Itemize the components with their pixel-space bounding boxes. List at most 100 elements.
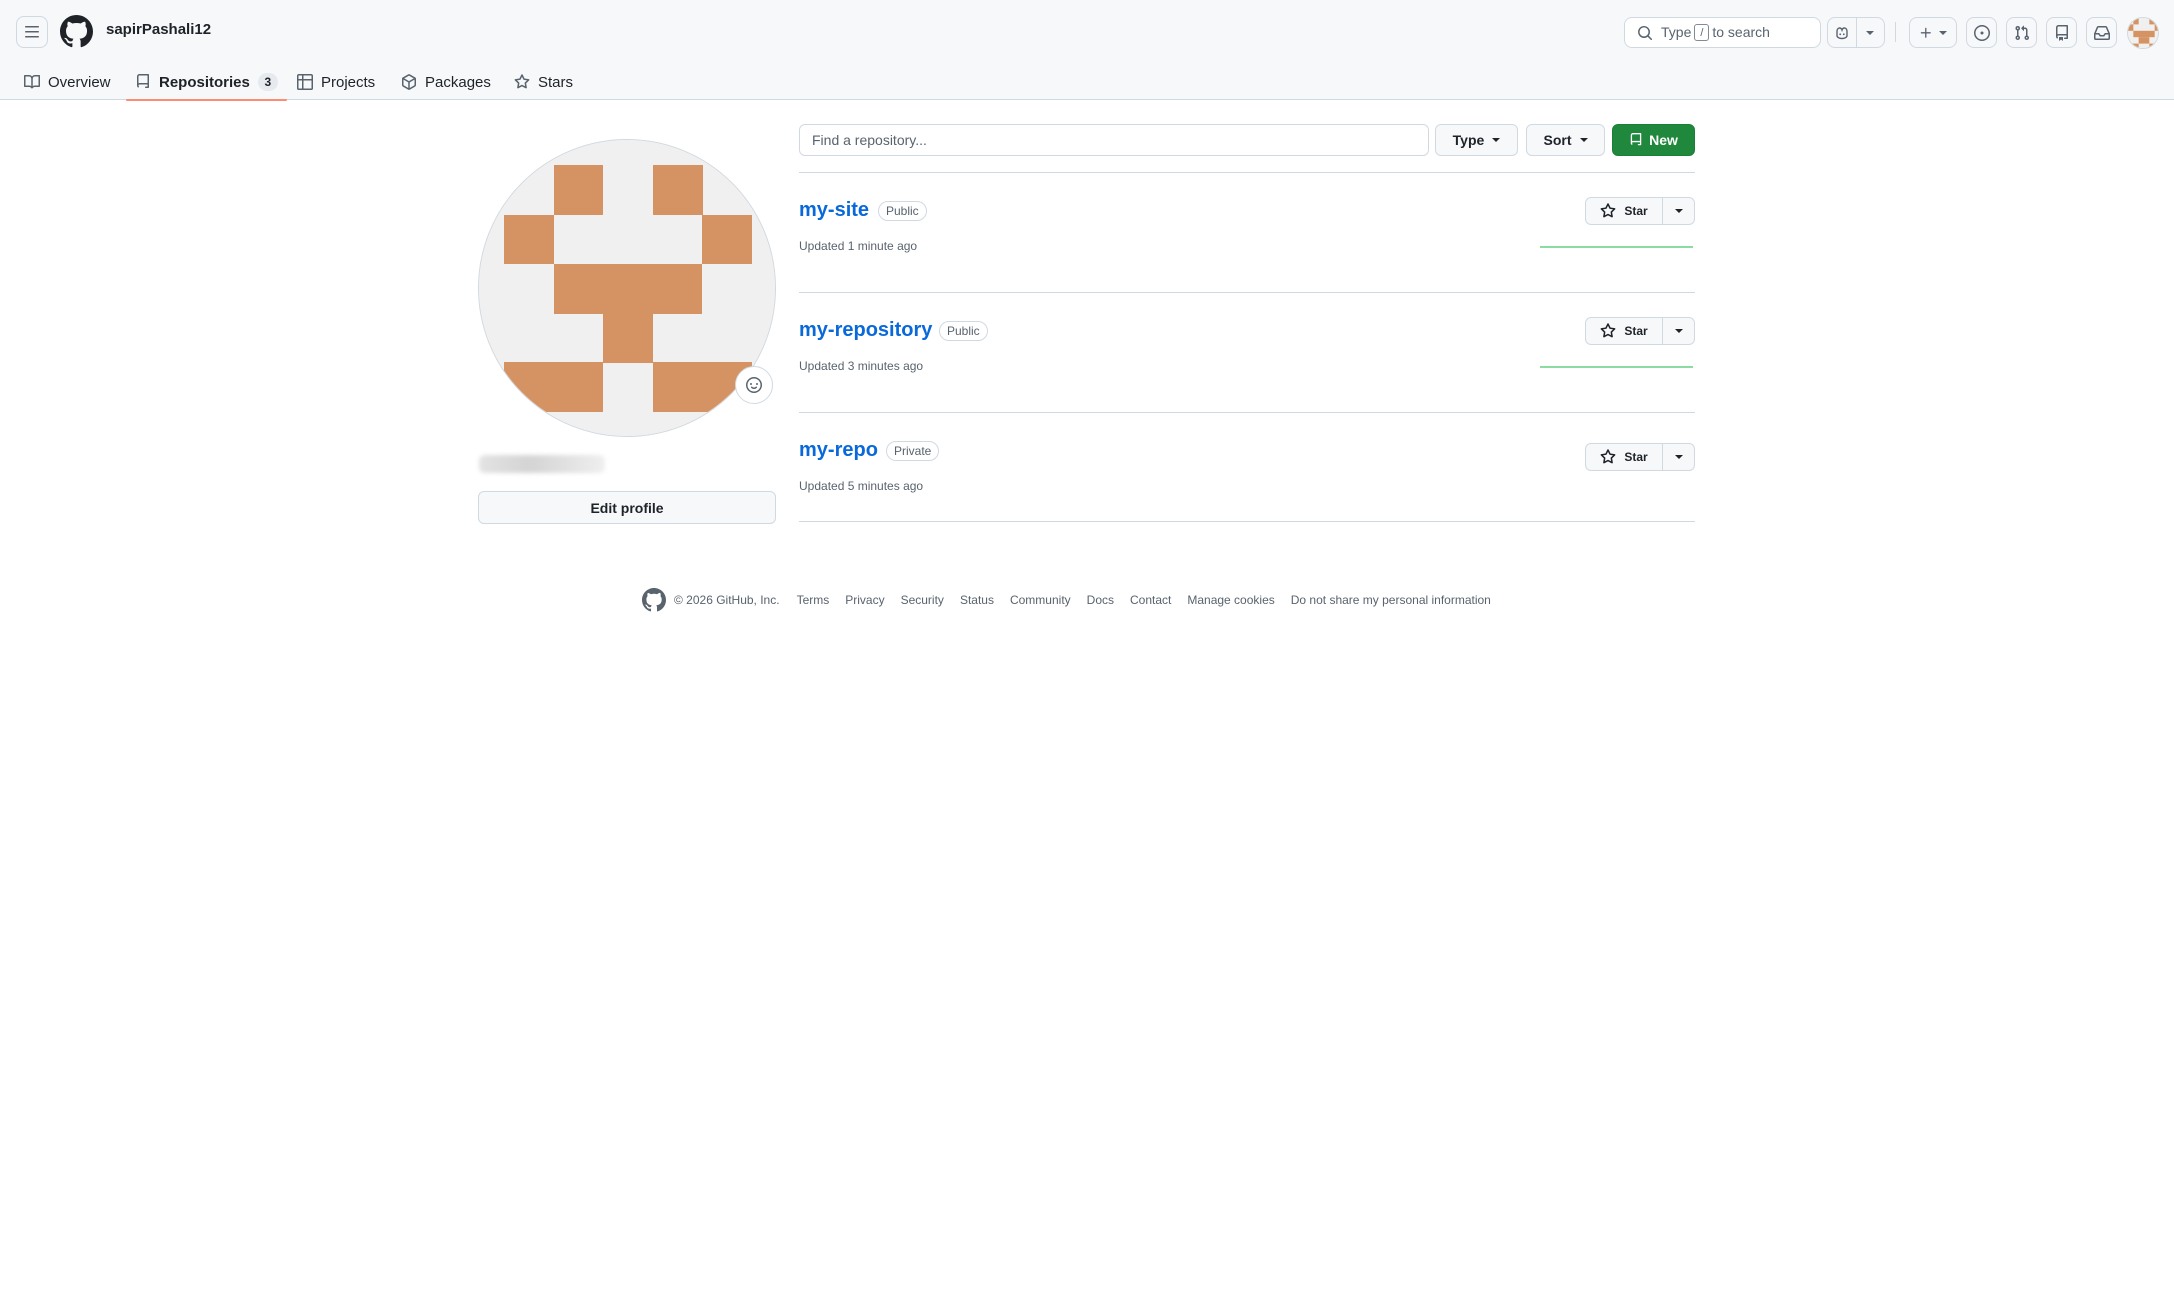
find-repository-input[interactable] [799, 124, 1429, 156]
github-logo-icon[interactable] [642, 588, 666, 612]
repository-list-item: my-repository Public Updated 3 minutes a… [799, 293, 1695, 413]
identicon-avatar-icon [2128, 18, 2158, 48]
footer-copyright: © 2026 GitHub, Inc. [674, 593, 780, 607]
repo-icon [2055, 24, 2068, 41]
pull-requests-button[interactable] [2006, 17, 2037, 48]
tab-label: Stars [538, 73, 574, 91]
footer-link-status[interactable]: Status [960, 593, 994, 607]
star-list-dropdown-button[interactable] [1663, 318, 1694, 344]
table-icon [297, 74, 313, 90]
copilot-button-group [1827, 17, 1885, 48]
visibility-badge: Public [939, 321, 988, 341]
identicon-avatar-icon [479, 140, 775, 436]
global-search-button[interactable]: Type / to search [1624, 17, 1821, 48]
tab-overview[interactable]: Overview [24, 64, 111, 100]
star-button-group: Star [1585, 197, 1695, 225]
sort-button[interactable]: Sort [1526, 124, 1605, 156]
activity-sparkline [1540, 366, 1693, 368]
github-logo-icon[interactable] [59, 15, 93, 48]
issue-opened-icon [1973, 24, 1990, 41]
chevron-down-icon [1492, 138, 1501, 142]
star-icon [1600, 449, 1616, 464]
footer-link-contact[interactable]: Contact [1130, 593, 1171, 607]
chevron-down-icon [1866, 30, 1875, 35]
search-icon [1638, 25, 1653, 40]
type-filter-button[interactable]: Type [1435, 124, 1518, 156]
star-icon [514, 74, 530, 90]
tab-stars[interactable]: Stars [514, 64, 573, 100]
star-label: Star [1624, 450, 1648, 464]
user-avatar-button[interactable] [2127, 17, 2159, 49]
star-button[interactable]: Star [1586, 444, 1663, 470]
star-button-group: Star [1585, 443, 1695, 471]
star-list-dropdown-button[interactable] [1663, 198, 1694, 224]
visibility-badge: Public [878, 201, 927, 221]
repository-updated-text: Updated 3 minutes ago [799, 359, 924, 373]
repo-icon [1630, 133, 1642, 146]
profile-avatar[interactable] [478, 139, 776, 437]
plus-icon [1920, 27, 1931, 38]
search-prefix-text: Type [1661, 23, 1692, 40]
repository-list-item: my-site Public Updated 1 minute ago Star [799, 173, 1695, 293]
repository-list-item: my-repo Private Updated 5 minutes ago St… [799, 413, 1695, 522]
header-divider [1895, 22, 1896, 42]
footer-link-terms[interactable]: Terms [797, 593, 830, 607]
notifications-button[interactable] [2086, 17, 2117, 48]
type-filter-label: Type [1452, 132, 1485, 148]
create-new-button[interactable] [1909, 17, 1957, 48]
footer-link-manage-cookies[interactable]: Manage cookies [1187, 593, 1274, 607]
star-list-dropdown-button[interactable] [1663, 444, 1694, 470]
tab-label: Repositories [159, 73, 250, 91]
inbox-icon [2093, 25, 2110, 40]
repository-name-link[interactable]: my-site [799, 199, 869, 222]
app-header: sapirPashali12 Type / to search Overview… [0, 0, 2174, 101]
chevron-down-icon [1939, 30, 1947, 35]
footer-link-docs[interactable]: Docs [1087, 593, 1114, 607]
repositories-button[interactable] [2046, 17, 2077, 48]
profile-tabs: Overview Repositories 3 Projects Package… [0, 64, 2174, 101]
repository-count-badge: 3 [257, 73, 278, 91]
footer-link-community[interactable]: Community [1010, 593, 1071, 607]
tab-projects[interactable]: Projects [297, 64, 375, 100]
new-repository-label: New [1649, 132, 1678, 148]
git-pull-request-icon [2014, 25, 2029, 40]
header-username[interactable]: sapirPashali12 [106, 21, 211, 38]
tab-packages[interactable]: Packages [401, 64, 491, 100]
site-footer: © 2026 GitHub, Inc. Terms Privacy Securi… [642, 588, 1507, 612]
activity-sparkline [1540, 246, 1693, 248]
set-status-button[interactable] [735, 366, 773, 404]
star-label: Star [1624, 324, 1648, 338]
copilot-button[interactable] [1828, 18, 1856, 47]
new-repository-button[interactable]: New [1612, 124, 1695, 156]
tab-repositories[interactable]: Repositories 3 [126, 64, 287, 101]
package-icon [401, 74, 417, 90]
top-bar: sapirPashali12 Type / to search [0, 0, 2174, 64]
chevron-down-icon [1674, 209, 1683, 213]
search-suffix-text: to search [1712, 23, 1770, 40]
star-button[interactable]: Star [1586, 198, 1663, 224]
copilot-dropdown-button[interactable] [1855, 18, 1885, 47]
star-label: Star [1624, 204, 1648, 218]
book-icon [24, 74, 40, 90]
search-shortcut-key: / [1694, 24, 1710, 42]
chevron-down-icon [1579, 138, 1588, 142]
copilot-icon [1836, 26, 1848, 39]
repository-updated-text: Updated 5 minutes ago [799, 479, 924, 493]
repository-name-link[interactable]: my-repository [799, 319, 932, 342]
sort-label: Sort [1543, 132, 1572, 148]
tab-label: Overview [48, 73, 111, 91]
star-icon [1600, 203, 1616, 218]
edit-profile-button[interactable]: Edit profile [478, 491, 776, 524]
repository-name-link[interactable]: my-repo [799, 439, 878, 462]
repo-icon [135, 74, 151, 90]
chevron-down-icon [1674, 455, 1683, 459]
issues-button[interactable] [1966, 17, 1997, 48]
blurred-profile-name [479, 455, 605, 473]
footer-link-do-not-share[interactable]: Do not share my personal information [1291, 593, 1491, 607]
star-icon [1600, 323, 1616, 338]
footer-link-privacy[interactable]: Privacy [845, 593, 884, 607]
hamburger-menu-button[interactable] [16, 16, 48, 48]
hamburger-icon [25, 26, 39, 38]
footer-link-security[interactable]: Security [901, 593, 944, 607]
star-button[interactable]: Star [1586, 318, 1663, 344]
